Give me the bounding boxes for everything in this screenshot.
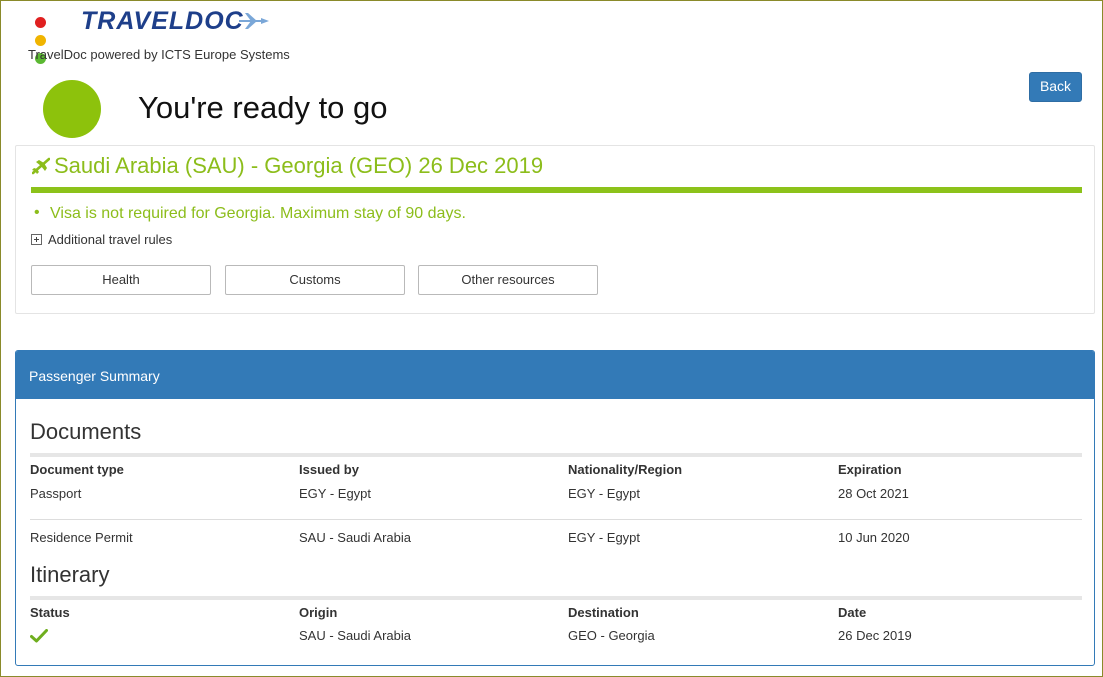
documents-title: Documents xyxy=(30,419,142,444)
status-indicator xyxy=(43,80,101,138)
passenger-summary-header: Passenger Summary xyxy=(16,351,1094,399)
documents-col-document-type: Document type xyxy=(30,462,124,477)
origin-cell: SAU - Saudi Arabia xyxy=(299,628,412,643)
customs-button[interactable]: Customs xyxy=(225,265,405,295)
status-title: You're ready to go xyxy=(138,90,388,125)
check-icon xyxy=(30,629,48,643)
documents-row-divider xyxy=(30,519,1082,520)
document-type-cell: Passport xyxy=(30,486,82,501)
expiration-cell: 28 Oct 2021 xyxy=(838,486,909,501)
documents-col-nationality: Nationality/Region xyxy=(568,462,683,477)
other-resources-button[interactable]: Other resources xyxy=(418,265,598,295)
logo-dot-red xyxy=(35,17,46,28)
nationality-cell: EGY - Egypt xyxy=(568,530,641,545)
back-button[interactable]: Back xyxy=(1029,72,1082,102)
documents-table-rule xyxy=(30,453,1082,457)
trip-panel: Saudi Arabia (SAU) - Georgia (GEO) 26 De… xyxy=(15,145,1095,314)
health-button[interactable]: Health xyxy=(31,265,211,295)
nationality-cell: EGY - Egypt xyxy=(568,486,641,501)
visa-note: Visa is not required for Georgia. Maximu… xyxy=(34,204,466,223)
documents-col-issued-by: Issued by xyxy=(299,462,359,477)
route-heading: Saudi Arabia (SAU) - Georgia (GEO) 26 De… xyxy=(32,153,543,179)
route-text: Saudi Arabia (SAU) - Georgia (GEO) 26 De… xyxy=(54,153,544,178)
destination-cell: GEO - Georgia xyxy=(568,628,655,643)
passenger-summary-panel: Passenger Summary Documents Document typ… xyxy=(15,350,1095,666)
expiration-cell: 10 Jun 2020 xyxy=(838,530,910,545)
additional-travel-rules-label: Additional travel rules xyxy=(48,232,173,247)
itinerary-col-status: Status xyxy=(30,605,70,620)
itinerary-col-date: Date xyxy=(838,605,867,620)
issued-by-cell: EGY - Egypt xyxy=(299,486,372,501)
itinerary-title: Itinerary xyxy=(30,562,110,587)
issued-by-cell: SAU - Saudi Arabia xyxy=(299,530,412,545)
documents-col-expiration: Expiration xyxy=(838,462,902,477)
itinerary-table-rule xyxy=(30,596,1082,600)
route-divider xyxy=(31,187,1082,193)
expand-plus-icon[interactable] xyxy=(31,234,42,245)
logo-text: TRAVELDOC xyxy=(81,7,244,35)
date-cell: 26 Dec 2019 xyxy=(838,628,912,643)
additional-travel-rules-toggle[interactable]: Additional travel rules xyxy=(31,232,172,247)
logo-plane-icon xyxy=(239,13,269,29)
powered-by-text: TravelDoc powered by ICTS Europe Systems xyxy=(28,47,290,62)
logo-dot-amber xyxy=(35,35,46,46)
itinerary-col-origin: Origin xyxy=(299,605,338,620)
plane-icon xyxy=(32,157,50,175)
document-type-cell: Residence Permit xyxy=(30,530,133,545)
itinerary-col-destination: Destination xyxy=(568,605,639,620)
